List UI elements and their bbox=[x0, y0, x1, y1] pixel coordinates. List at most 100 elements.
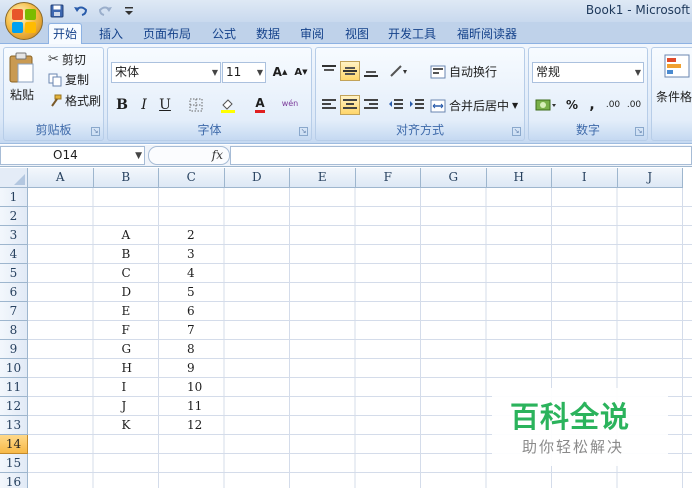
align-middle-button[interactable] bbox=[340, 61, 360, 81]
borders-button[interactable] bbox=[186, 95, 206, 115]
select-all-button[interactable] bbox=[0, 168, 28, 188]
name-box[interactable]: O14 ▼ bbox=[0, 146, 145, 165]
column-header-e[interactable]: E bbox=[290, 168, 356, 188]
cell-c12[interactable]: 11 bbox=[187, 397, 202, 416]
row-header-8[interactable]: 8 bbox=[0, 321, 28, 340]
cell-c9[interactable]: 8 bbox=[187, 340, 195, 359]
cell-b6[interactable]: D bbox=[122, 283, 132, 302]
merge-center-button[interactable]: 合并后居中 ▼ bbox=[430, 97, 518, 114]
cell-b4[interactable]: B bbox=[122, 245, 131, 264]
alignment-launcher-icon[interactable]: ↘ bbox=[512, 127, 521, 136]
cell-b5[interactable]: C bbox=[122, 264, 131, 283]
cell-c8[interactable]: 7 bbox=[187, 321, 195, 340]
cell-c4[interactable]: 3 bbox=[187, 245, 195, 264]
tab-formulas[interactable]: 公式 bbox=[208, 25, 240, 44]
tab-data[interactable]: 数据 bbox=[252, 25, 284, 44]
italic-button[interactable]: I bbox=[134, 95, 154, 115]
column-header-b[interactable]: B bbox=[93, 168, 159, 188]
align-center-button[interactable] bbox=[340, 95, 360, 115]
row-header-11[interactable]: 11 bbox=[0, 378, 28, 397]
cell-b8[interactable]: F bbox=[122, 321, 130, 340]
cell-b7[interactable]: E bbox=[122, 302, 131, 321]
insert-function-button[interactable]: fx bbox=[212, 148, 223, 162]
cell-c7[interactable]: 6 bbox=[187, 302, 195, 321]
row-header-16[interactable]: 16 bbox=[0, 473, 28, 488]
align-left-button[interactable] bbox=[319, 95, 339, 115]
cut-button[interactable]: ✂ 剪切 bbox=[48, 51, 86, 68]
formula-input[interactable] bbox=[230, 146, 692, 165]
row-header-2[interactable]: 2 bbox=[0, 207, 28, 226]
column-header-f[interactable]: F bbox=[355, 168, 421, 188]
font-name-select[interactable]: 宋体 ▼ bbox=[111, 62, 221, 83]
align-bottom-button[interactable] bbox=[361, 61, 381, 81]
cell-b9[interactable]: G bbox=[122, 340, 132, 359]
increase-indent-button[interactable] bbox=[407, 95, 427, 115]
column-header-h[interactable]: H bbox=[486, 168, 552, 188]
save-button[interactable] bbox=[48, 3, 66, 19]
decrease-indent-button[interactable] bbox=[386, 95, 406, 115]
fill-color-button[interactable] bbox=[218, 95, 238, 115]
phonetic-button[interactable]: wén bbox=[280, 93, 300, 113]
column-header-i[interactable]: I bbox=[552, 168, 618, 188]
comma-style-button[interactable]: , bbox=[582, 95, 602, 115]
cell-c5[interactable]: 4 bbox=[187, 264, 195, 283]
tab-page-layout[interactable]: 页面布局 bbox=[139, 25, 195, 44]
font-color-button[interactable]: A bbox=[250, 95, 270, 115]
tab-review[interactable]: 审阅 bbox=[296, 25, 328, 44]
cell-c3[interactable]: 2 bbox=[187, 226, 195, 245]
align-right-button[interactable] bbox=[361, 95, 381, 115]
tab-insert[interactable]: 插入 bbox=[95, 25, 127, 44]
font-size-select[interactable]: 11 ▼ bbox=[222, 62, 266, 83]
wrap-text-button[interactable]: 自动换行 bbox=[430, 63, 497, 80]
cell-b11[interactable]: I bbox=[122, 378, 127, 397]
percent-style-button[interactable]: % bbox=[562, 95, 582, 115]
tab-foxit-reader[interactable]: 福昕阅读器 bbox=[453, 25, 521, 44]
row-header-6[interactable]: 6 bbox=[0, 283, 28, 302]
conditional-format-button[interactable]: 条件格 bbox=[656, 88, 692, 105]
decrease-decimal-button[interactable]: .00 bbox=[624, 95, 644, 115]
row-header-10[interactable]: 10 bbox=[0, 359, 28, 378]
tab-view[interactable]: 视图 bbox=[341, 25, 373, 44]
office-button[interactable] bbox=[5, 2, 43, 40]
accounting-format-button[interactable] bbox=[532, 95, 560, 115]
format-painter-button[interactable]: 格式刷 bbox=[48, 92, 101, 109]
shrink-font-button[interactable]: A ▼ bbox=[291, 62, 311, 82]
tab-home[interactable]: 开始 bbox=[48, 23, 83, 45]
row-header-1[interactable]: 1 bbox=[0, 188, 28, 207]
row-header-12[interactable]: 12 bbox=[0, 397, 28, 416]
column-header-j[interactable]: J bbox=[617, 168, 683, 188]
column-header-a[interactable]: A bbox=[28, 168, 94, 188]
align-top-button[interactable] bbox=[319, 61, 339, 81]
increase-decimal-button[interactable]: .00 bbox=[603, 95, 623, 115]
redo-button[interactable] bbox=[96, 3, 114, 19]
orientation-button[interactable] bbox=[386, 61, 412, 81]
copy-button[interactable]: 复制 bbox=[48, 71, 89, 88]
grow-font-button[interactable]: A ▲ bbox=[270, 62, 290, 82]
cell-b13[interactable]: K bbox=[122, 416, 131, 435]
row-header-7[interactable]: 7 bbox=[0, 302, 28, 321]
cell-b10[interactable]: H bbox=[122, 359, 132, 378]
underline-button[interactable]: U bbox=[155, 95, 175, 115]
row-header-9[interactable]: 9 bbox=[0, 340, 28, 359]
row-header-13[interactable]: 13 bbox=[0, 416, 28, 435]
clipboard-launcher-icon[interactable]: ↘ bbox=[91, 127, 100, 136]
row-header-14[interactable]: 14 bbox=[0, 435, 28, 454]
tab-developer[interactable]: 开发工具 bbox=[384, 25, 440, 44]
row-header-3[interactable]: 3 bbox=[0, 226, 28, 245]
cell-c11[interactable]: 10 bbox=[187, 378, 202, 397]
bold-button[interactable]: B bbox=[112, 95, 132, 115]
number-launcher-icon[interactable]: ↘ bbox=[635, 127, 644, 136]
customize-qat-button[interactable] bbox=[120, 3, 138, 19]
cell-c13[interactable]: 12 bbox=[187, 416, 202, 435]
row-header-4[interactable]: 4 bbox=[0, 245, 28, 264]
row-header-15[interactable]: 15 bbox=[0, 454, 28, 473]
paste-button[interactable]: 粘贴 bbox=[8, 52, 36, 103]
number-format-select[interactable]: 常规 ▼ bbox=[532, 62, 644, 83]
row-header-5[interactable]: 5 bbox=[0, 264, 28, 283]
cell-c6[interactable]: 5 bbox=[187, 283, 195, 302]
column-header-c[interactable]: C bbox=[159, 168, 225, 188]
font-launcher-icon[interactable]: ↘ bbox=[299, 127, 308, 136]
cell-b12[interactable]: J bbox=[122, 397, 127, 416]
undo-button[interactable] bbox=[72, 3, 90, 19]
column-header-g[interactable]: G bbox=[421, 168, 487, 188]
